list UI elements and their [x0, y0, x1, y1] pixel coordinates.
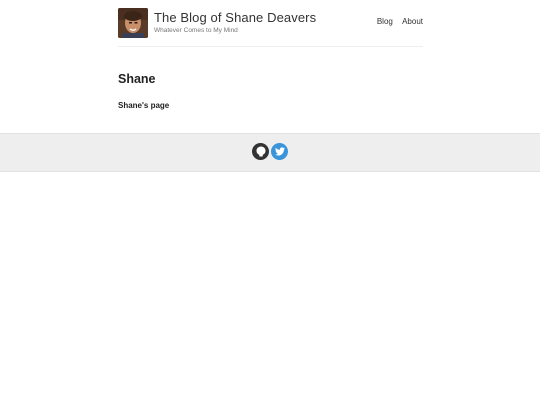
avatar-photo [118, 8, 148, 38]
page-body: Shane's page [118, 101, 170, 110]
twitter-link[interactable] [271, 143, 288, 160]
github-link[interactable] [252, 143, 269, 160]
site-description: Whatever Comes to My Mind [154, 27, 238, 34]
page-title: Shane [118, 72, 156, 86]
site-title[interactable]: The Blog of Shane Deavers [154, 10, 316, 25]
nav-item-about[interactable]: About [402, 17, 423, 26]
masthead: The Blog of Shane Deavers Whatever Comes… [118, 0, 423, 47]
site-footer [0, 133, 540, 172]
nav-item-blog[interactable]: Blog [377, 17, 393, 26]
main-content: Shane Shane's page [0, 47, 540, 110]
site-header: The Blog of Shane Deavers Whatever Comes… [0, 0, 540, 47]
avatar[interactable] [118, 8, 148, 38]
github-icon [256, 146, 265, 157]
twitter-icon [274, 147, 285, 156]
site-nav: Blog About [370, 17, 423, 26]
